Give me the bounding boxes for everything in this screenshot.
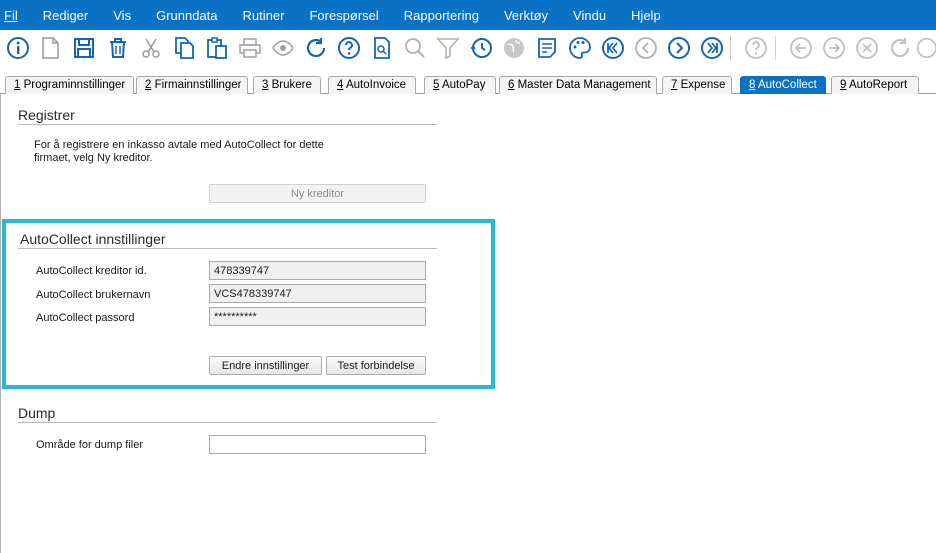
menu-rapportering[interactable]: Rapportering bbox=[404, 8, 486, 23]
menu-foresporsel[interactable]: Forespørsel bbox=[309, 8, 385, 23]
last-record-icon[interactable] bbox=[698, 34, 726, 62]
cut-icon[interactable] bbox=[137, 34, 165, 62]
info-icon[interactable] bbox=[4, 34, 32, 62]
cancel-icon[interactable] bbox=[853, 34, 881, 62]
registrer-description-line1: For å registrere en inkasso avtale med A… bbox=[34, 139, 324, 151]
back-icon[interactable] bbox=[787, 34, 815, 62]
menu-vis[interactable]: Vis bbox=[113, 8, 138, 23]
highlight-frame bbox=[2, 219, 495, 389]
delete-icon[interactable] bbox=[104, 34, 132, 62]
menu-bar: Fil Rediger Vis Grunndata Rutiner Foresp… bbox=[0, 0, 936, 30]
globe-icon[interactable] bbox=[500, 34, 528, 62]
toolbar-separator bbox=[775, 36, 776, 60]
tab-brukere[interactable]: 3 Brukere bbox=[253, 76, 321, 94]
help-disabled-icon[interactable] bbox=[742, 34, 770, 62]
history-icon[interactable] bbox=[467, 34, 495, 62]
overflow-icon[interactable] bbox=[914, 34, 936, 62]
palette-icon[interactable] bbox=[566, 34, 594, 62]
dump-divider bbox=[18, 422, 437, 423]
dump-area-label: Område for dump filer bbox=[36, 439, 143, 451]
forward-icon[interactable] bbox=[820, 34, 848, 62]
tab-autoreport[interactable]: 9 AutoReport bbox=[831, 76, 919, 94]
new-creditor-button[interactable]: Ny kreditor bbox=[209, 184, 426, 203]
print-icon[interactable] bbox=[236, 34, 264, 62]
tab-autocollect[interactable]: 8 AutoCollect bbox=[740, 76, 826, 94]
toolbar bbox=[0, 30, 936, 66]
refresh-icon[interactable] bbox=[302, 34, 330, 62]
next-record-icon[interactable] bbox=[665, 34, 693, 62]
tab-programinnstillinger[interactable]: 1 Programinnstillinger bbox=[5, 76, 134, 94]
tab-autopay[interactable]: 5 AutoPay bbox=[424, 76, 496, 94]
menu-rutiner[interactable]: Rutiner bbox=[243, 8, 292, 23]
menu-vindu[interactable]: Vindu bbox=[573, 8, 613, 23]
tab-expense[interactable]: 7 Expense bbox=[662, 76, 732, 94]
copy-icon[interactable] bbox=[170, 34, 198, 62]
dump-area-field[interactable] bbox=[209, 435, 426, 454]
notes-icon[interactable] bbox=[533, 34, 561, 62]
dump-title: Dump bbox=[18, 405, 56, 421]
registrer-description-line2: firmaet, velg Ny kreditor. bbox=[34, 152, 153, 164]
tab-master-data-management[interactable]: 6 Master Data Management bbox=[499, 76, 657, 94]
tab-autoinvoice[interactable]: 4 AutoInvoice bbox=[328, 76, 416, 94]
tab-strip: 1 Programinnstillinger 2 Firmainnstillin… bbox=[0, 74, 936, 94]
registrer-title: Registrer bbox=[18, 107, 75, 123]
filter-icon[interactable] bbox=[434, 34, 462, 62]
menu-fil[interactable]: Fil bbox=[4, 8, 25, 23]
toolbar-separator bbox=[730, 36, 731, 60]
paste-icon[interactable] bbox=[203, 34, 231, 62]
menu-hjelp[interactable]: Hjelp bbox=[631, 8, 668, 23]
help-icon[interactable] bbox=[335, 34, 363, 62]
search-document-icon[interactable] bbox=[368, 34, 396, 62]
save-icon[interactable] bbox=[70, 34, 98, 62]
new-document-icon[interactable] bbox=[36, 34, 64, 62]
menu-rediger[interactable]: Rediger bbox=[43, 8, 96, 23]
menu-grunndata[interactable]: Grunndata bbox=[156, 8, 224, 23]
first-record-icon[interactable] bbox=[599, 34, 627, 62]
previous-record-icon[interactable] bbox=[632, 34, 660, 62]
registrer-divider bbox=[18, 124, 437, 125]
tab-firmainnstillinger[interactable]: 2 Firmainnstillinger bbox=[136, 76, 248, 94]
preview-icon[interactable] bbox=[269, 34, 297, 62]
search-icon[interactable] bbox=[401, 34, 429, 62]
reload-icon[interactable] bbox=[886, 34, 914, 62]
menu-verktoy[interactable]: Verktøy bbox=[504, 8, 555, 23]
